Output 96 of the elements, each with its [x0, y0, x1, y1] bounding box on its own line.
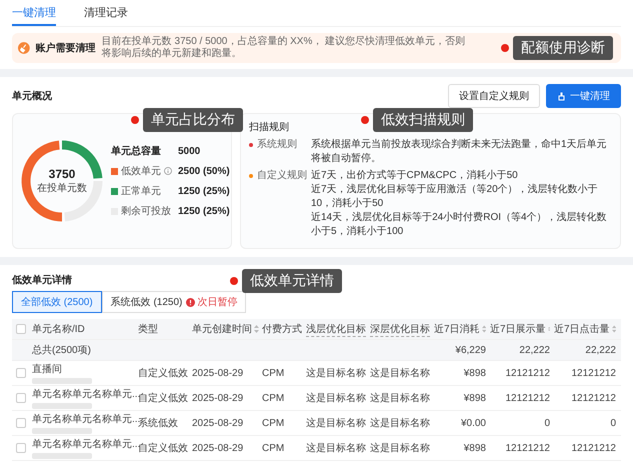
- table-cell-text: 12121212: [504, 368, 551, 378]
- column-header: 单元创建时间: [192, 322, 252, 336]
- column-header: 浅层优化目标: [306, 322, 366, 336]
- table-cell-text: 2025-08-29: [192, 442, 244, 454]
- table-cell-text: 这是目标名称: [306, 366, 367, 380]
- legend-value: 1250 (25%): [178, 206, 230, 216]
- row-checkbox[interactable]: [16, 368, 26, 378]
- legend-label: 剩余可投放: [121, 204, 171, 218]
- table-cell-text: 自定义低效: [138, 442, 189, 455]
- table-cell-text: CPM: [262, 442, 286, 454]
- banner-message: 目前在投单元数 3750 / 5000，占总容量的 XX%， 建议您尽快清理低效单元，否则将影响后续的单元新建和跑量。: [102, 36, 466, 60]
- table-cell-text: 2025-08-29: [192, 418, 244, 428]
- table-cell-text: 这是目标名称: [306, 416, 367, 430]
- capacity-value: 5000: [178, 146, 202, 156]
- sort-icon[interactable]: [482, 325, 486, 333]
- table-cell-text: 直播间: [32, 362, 63, 376]
- legend-value: 2500 (50%): [178, 166, 230, 176]
- total-value: ¥6,229: [454, 344, 487, 356]
- table-cell-text: ¥0.00: [460, 418, 487, 428]
- table-cell-text: 12121212: [504, 442, 551, 454]
- table-cell-text: 2025-08-29: [192, 368, 244, 378]
- donut-value: 3750: [48, 167, 76, 181]
- pause-label: 次日暂停: [197, 296, 238, 309]
- tab[interactable]: 一键清理: [12, 0, 56, 26]
- total-value: 22,222: [518, 344, 551, 356]
- total-value: 22,222: [584, 344, 617, 356]
- table-cell-text: CPM: [262, 392, 286, 404]
- tab[interactable]: 清理记录: [84, 0, 128, 26]
- table-cell-text: 12121212: [570, 392, 617, 404]
- row-checkbox[interactable]: [16, 393, 26, 403]
- select-all-checkbox[interactable]: [16, 324, 26, 334]
- legend-value: 1250 (25%): [178, 186, 230, 196]
- callout-dot: [361, 116, 369, 124]
- column-header: 近7日消耗: [434, 322, 480, 336]
- table-cell-text: 这是目标名称: [370, 366, 431, 380]
- table-cell-text: 12121212: [570, 442, 617, 454]
- table-cell-text: CPM: [262, 418, 286, 428]
- callout-label: 单元占比分布: [143, 108, 243, 132]
- rule-label: 自定义规则: [257, 169, 307, 183]
- table-cell-text: 这是目标名称: [370, 392, 431, 405]
- capacity-label: 单元总容量: [111, 144, 162, 158]
- table-cell-text: 0: [543, 418, 551, 428]
- table-cell-text: 这是目标名称: [306, 392, 367, 405]
- rules-title: 扫描规则: [249, 120, 290, 134]
- table-cell-text: 自定义低效: [138, 366, 189, 380]
- callout-dot: [501, 44, 509, 52]
- table-cell-text: 12121212: [570, 368, 617, 378]
- clean-button[interactable]: 一键清理: [546, 84, 621, 108]
- table-cell-text: 系统低效: [138, 416, 179, 430]
- table-cell-text: CPM: [262, 368, 286, 378]
- rule-label: 系统规则: [257, 138, 297, 152]
- rule-text: 近7天，浅层优化目标等于应用激活（等20个），浅层转化数小于10，消耗小于50: [311, 183, 599, 211]
- legend-label: 正常单元: [121, 184, 161, 198]
- alert-icon: [186, 298, 196, 306]
- table-cell-text: ¥898: [462, 368, 487, 378]
- column-header: 单元名称/ID: [32, 322, 85, 336]
- table-cell-text: ¥898: [462, 392, 487, 404]
- rule-button[interactable]: 设置自定义规则: [448, 84, 540, 108]
- row-checkbox[interactable]: [16, 418, 26, 428]
- table-cell-text: 12121212: [504, 392, 551, 404]
- column-header: 近7日点击量: [554, 322, 610, 336]
- callout-label: 低效扫描规则: [373, 108, 473, 132]
- table-cell-text: 这是目标名称: [370, 442, 431, 455]
- callout-label: 配额使用诊断: [513, 36, 613, 60]
- rule-text: 系统根据单元当前投放表现综合判断未来无法跑量，命中1天后单元将被自动暂停。: [311, 138, 608, 166]
- table-cell-text: 单元名称单元名称单元...: [32, 388, 138, 400]
- donut-caption: 在投单元数: [37, 182, 87, 195]
- table-cell-text: ¥898: [462, 442, 487, 454]
- table-cell-text: 单元名称单元名称单元...: [32, 438, 138, 450]
- filter-tab[interactable]: 全部低效 (2500): [12, 291, 102, 313]
- filter-tab[interactable]: 系统低效 (1250) 次日暂停: [102, 291, 246, 313]
- table-cell-text: 自定义低效: [138, 392, 189, 405]
- section-title: 低效单元详情: [12, 273, 72, 287]
- table-cell-text: 这是目标名称: [370, 416, 431, 430]
- legend-label: 低效单元: [121, 164, 161, 178]
- row-checkbox[interactable]: [16, 443, 26, 453]
- callout-dot: [131, 116, 139, 124]
- filter-label: 系统低效 (1250): [110, 296, 182, 309]
- sort-icon[interactable]: [254, 325, 259, 333]
- table-cell-text: 0: [609, 418, 617, 428]
- column-header: 近7日展示量: [490, 322, 546, 336]
- column-header: 类型: [138, 322, 158, 336]
- callout-label: 低效单元详情: [242, 269, 342, 293]
- column-header: 付费方式: [262, 322, 302, 336]
- banner-title: 账户需要清理: [36, 41, 96, 55]
- sort-icon[interactable]: [548, 325, 550, 333]
- rule-text: 近7天，出价方式等于CPM&CPC，消耗小于50: [311, 169, 519, 183]
- rule-text: 近14天，浅层优化目标等于24小时付费ROI（等4个），浅层转化数小于5，消耗小于100: [311, 211, 608, 239]
- total-label: 总共(2500项): [32, 344, 92, 357]
- callout-dot: [230, 277, 238, 285]
- table-cell-text: 这是目标名称: [306, 442, 367, 455]
- section-title: 单元概况: [12, 90, 52, 103]
- table-cell-text: 单元名称单元名称单元...: [32, 412, 138, 425]
- table-cell-text: 2025-08-29: [192, 392, 244, 404]
- sort-icon[interactable]: [612, 325, 616, 333]
- column-header: 深层优化目标: [370, 322, 430, 336]
